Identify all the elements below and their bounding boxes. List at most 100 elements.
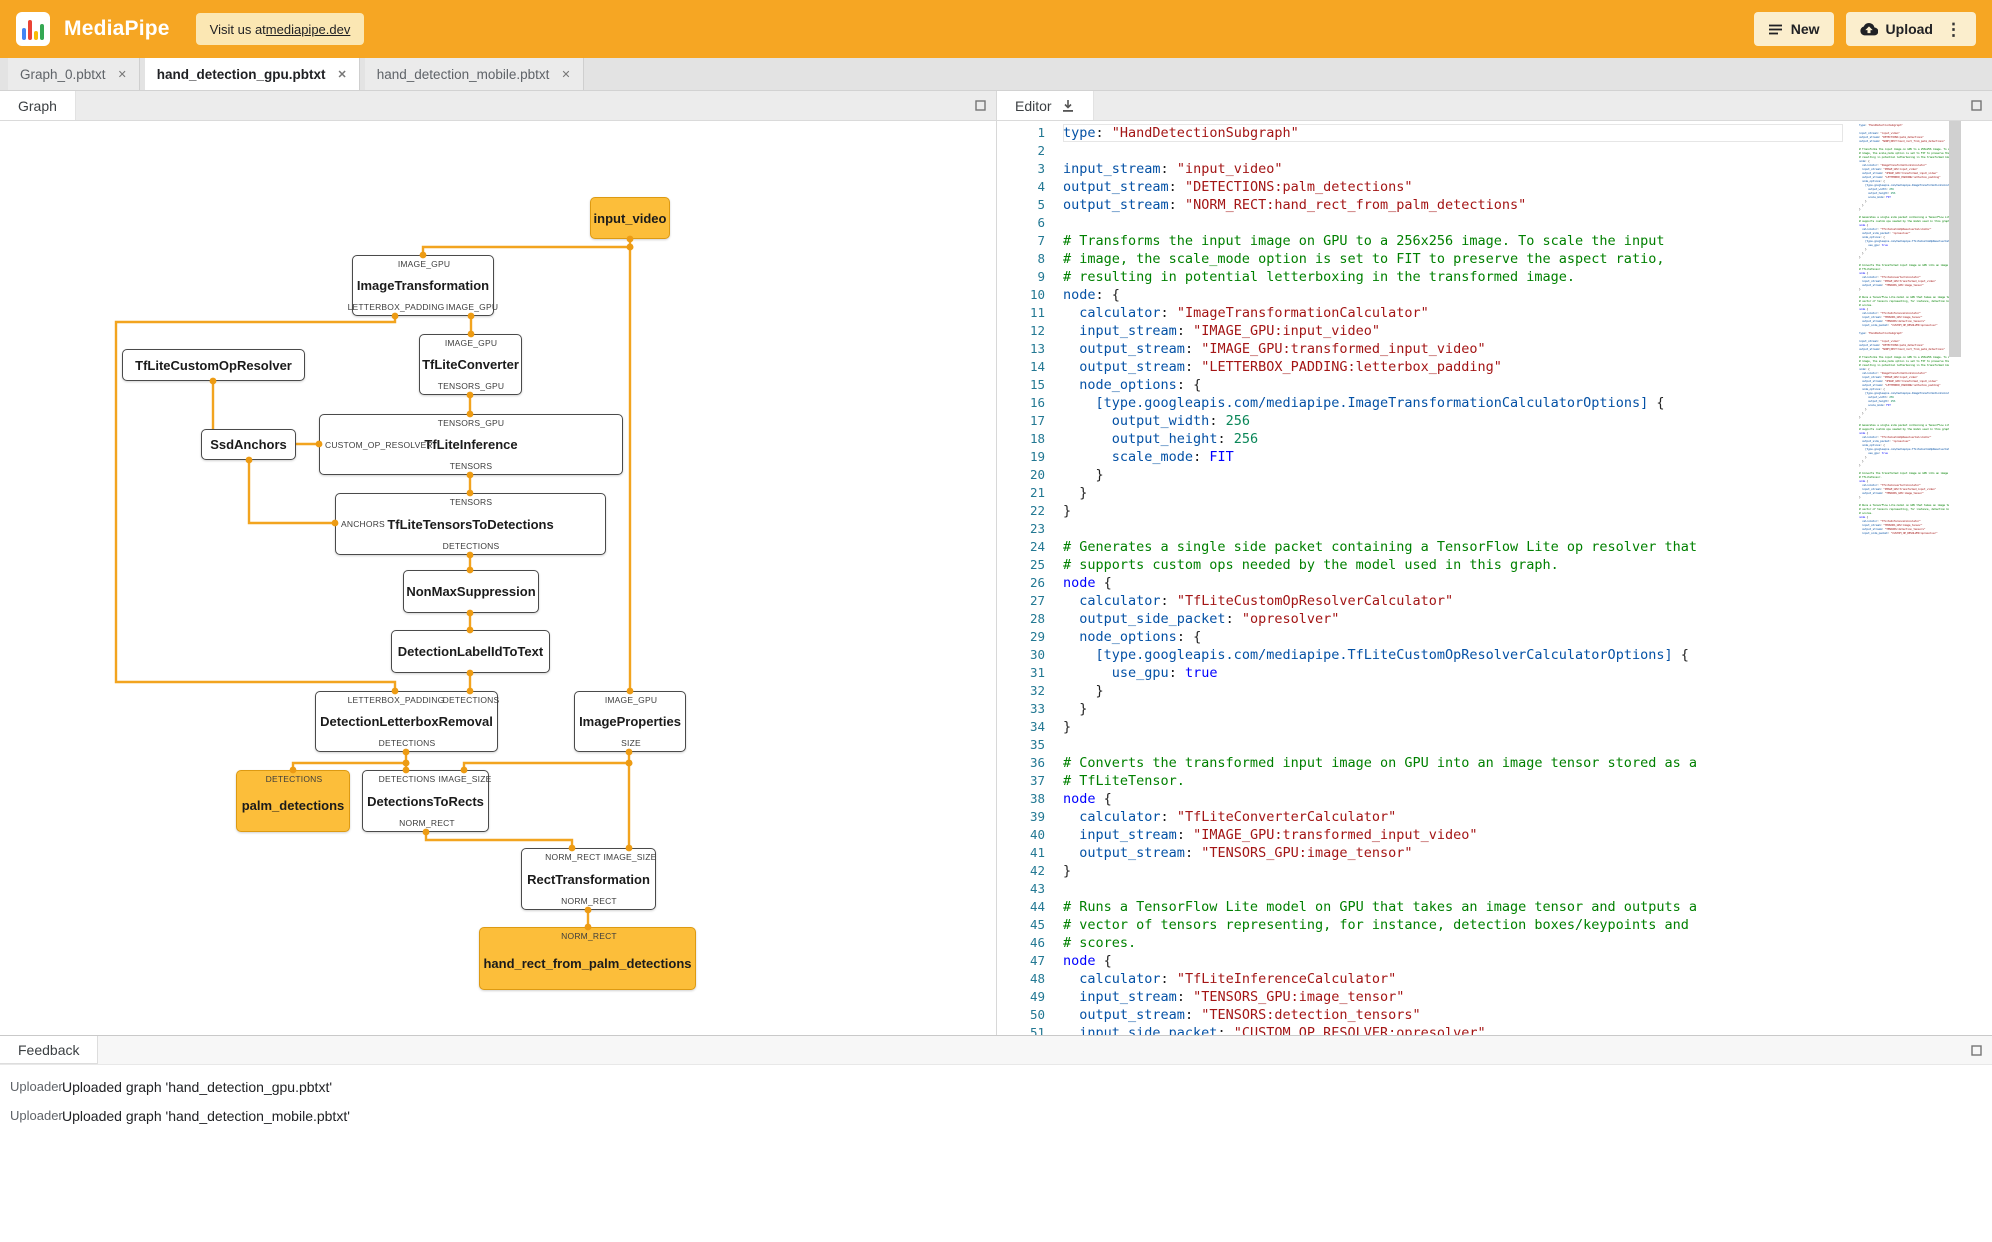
port-label: TENSORS	[449, 461, 493, 471]
graph-node-ImageProperties[interactable]: IMAGE_GPU SIZE ImageProperties	[574, 691, 686, 752]
mediapipe-dev-link[interactable]: mediapipe.dev	[266, 22, 351, 37]
download-icon[interactable]	[1061, 99, 1075, 113]
code-line[interactable]: output_side_packet: "opresolver"	[1063, 610, 1843, 628]
code-line[interactable]: }	[1063, 484, 1843, 502]
graph-node-SsdAnchors[interactable]: SsdAnchors	[201, 429, 296, 460]
line-number: 38	[1029, 791, 1045, 806]
graph-node-ImageTransformation[interactable]: IMAGE_GPU LETTERBOX_PADDING IMAGE_GPU Image…	[348, 255, 498, 316]
code-line[interactable]: # Transforms the input image on GPU to a…	[1063, 232, 1843, 250]
graph-node-hand_rect_from_palm_detections[interactable]: NORM_RECT hand_rect_from_palm_detections	[479, 927, 696, 990]
code-line[interactable]: output_stream: "NORM_RECT:hand_rect_from…	[1063, 196, 1843, 214]
code-line[interactable]: calculator: "TfLiteInferenceCalculator"	[1063, 970, 1843, 988]
code-line[interactable]: output_stream: "DETECTIONS:palm_detectio…	[1063, 178, 1843, 196]
port-label: IMAGE_GPU	[445, 302, 499, 312]
graph-node-TfLiteConverter[interactable]: IMAGE_GPU TENSORS_GPU TfLiteConverter	[419, 334, 522, 395]
code-line[interactable]: input_stream: "IMAGE_GPU:input_video"	[1063, 322, 1843, 340]
code-line[interactable]: output_width: 256	[1063, 412, 1843, 430]
code-line[interactable]	[1063, 142, 1843, 160]
file-tab[interactable]: Graph_0.pbtxt ✕	[8, 58, 140, 90]
line-number: 37	[1029, 773, 1045, 788]
graph-node-TfLiteCustomOpResolver[interactable]: TfLiteCustomOpResolver	[122, 349, 305, 381]
tab-feedback[interactable]: Feedback	[0, 1036, 99, 1064]
feedback-expand-button[interactable]	[1961, 1036, 1992, 1064]
menu-lines-icon	[1768, 24, 1782, 34]
editor-minimap[interactable]: type: "HandDetectionSubgraph" input_stre…	[1859, 123, 1949, 1035]
code-line[interactable]: }	[1063, 682, 1843, 700]
code-line[interactable]: output_stream: "LETTERBOX_PADDING:letter…	[1063, 358, 1843, 376]
code-line[interactable]: calculator: "ImageTransformationCalculat…	[1063, 304, 1843, 322]
code-line[interactable]: node {	[1063, 790, 1843, 808]
graph-node-DetectionLabelIdToText[interactable]: DetectionLabelIdToText	[391, 630, 550, 673]
port-label: TENSORS_GPU	[437, 418, 505, 428]
code-line[interactable]: type: "HandDetectionSubgraph"	[1063, 124, 1843, 142]
code-line[interactable]: node {	[1063, 952, 1843, 970]
code-editor[interactable]: 1 2 3 4 5 6 7 8 9 10 11 12 13 14 15 16 17 18 19 20 21 22 23 24 2…	[996, 121, 1992, 1035]
graph-node-NonMaxSuppression[interactable]: NonMaxSuppression	[403, 570, 539, 613]
code-line[interactable]: input_stream: "input_video"	[1063, 160, 1843, 178]
code-line[interactable]: calculator: "TfLiteCustomOpResolverCalcu…	[1063, 592, 1843, 610]
code-line[interactable]: }	[1063, 700, 1843, 718]
line-number: 49	[1029, 989, 1045, 1004]
close-tab-icon[interactable]: ✕	[561, 68, 570, 81]
code-line[interactable]: output_stream: "IMAGE_GPU:transformed_in…	[1063, 340, 1843, 358]
code-line[interactable]: node_options: {	[1063, 628, 1843, 646]
feedback-message: Uploaded graph 'hand_detection_gpu.pbtxt…	[62, 1078, 333, 1095]
code-line[interactable]	[1063, 520, 1843, 538]
editor-scrollbar[interactable]	[1949, 121, 1961, 357]
code-line[interactable]: }	[1063, 466, 1843, 484]
graph-expand-button[interactable]	[965, 91, 996, 120]
code-line[interactable]: # TfLiteTensor.	[1063, 772, 1843, 790]
code-line[interactable]: # image, the scale_mode option is set to…	[1063, 250, 1843, 268]
upload-button[interactable]: Upload ⋮	[1845, 12, 1976, 46]
kebab-menu-icon[interactable]: ⋮	[1945, 21, 1962, 38]
code-line[interactable]: }	[1063, 718, 1843, 736]
code-line[interactable]: # Converts the transformed input image o…	[1063, 754, 1843, 772]
code-line[interactable]: # supports custom ops needed by the mode…	[1063, 556, 1843, 574]
graph-node-DetectionLetterboxRemoval[interactable]: LETTERBOX_PADDING DETECTIONS DETECTIONS Det…	[315, 691, 499, 752]
graph-node-palm_detections[interactable]: DETECTIONS palm_detections	[236, 770, 350, 832]
code-line[interactable]: }	[1063, 502, 1843, 520]
code-line[interactable]: node: {	[1063, 286, 1843, 304]
code-line[interactable]: input_stream: "IMAGE_GPU:transformed_inp…	[1063, 826, 1843, 844]
code-line[interactable]: input_stream: "TENSORS_GPU:image_tensor"	[1063, 988, 1843, 1006]
code-line[interactable]: # vector of tensors representing, for in…	[1063, 916, 1843, 934]
graph-node-RectTransformation[interactable]: NORM_RECT IMAGE_SIZE NORM_RECT RectTransfor…	[521, 848, 656, 910]
file-tab[interactable]: hand_detection_gpu.pbtxt ✕	[144, 58, 360, 90]
feedback-entry: Uploader Uploaded graph 'hand_detection_g…	[0, 1072, 1992, 1101]
code-content[interactable]: type: "HandDetectionSubgraph" input_stre…	[1063, 124, 1843, 1035]
close-tab-icon[interactable]: ✕	[338, 68, 347, 81]
code-line[interactable]	[1063, 736, 1843, 754]
code-line[interactable]: # Runs a TensorFlow Lite model on GPU th…	[1063, 898, 1843, 916]
graph-node-input_video[interactable]: input_video	[590, 197, 670, 239]
code-line[interactable]	[1063, 880, 1843, 898]
node-title: NonMaxSuppression	[406, 584, 536, 599]
code-line[interactable]: input_side_packet: "CUSTOM_OP_RESOLVER:o…	[1063, 1024, 1843, 1035]
file-tab[interactable]: hand_detection_mobile.pbtxt ✕	[364, 58, 584, 90]
code-line[interactable]: output_stream: "TENSORS_GPU:image_tensor…	[1063, 844, 1843, 862]
code-line[interactable]: output_height: 256	[1063, 430, 1843, 448]
new-button[interactable]: New	[1753, 12, 1834, 46]
code-line[interactable]: node_options: {	[1063, 376, 1843, 394]
code-line[interactable]: calculator: "TfLiteConverterCalculator"	[1063, 808, 1843, 826]
code-line[interactable]: # scores.	[1063, 934, 1843, 952]
graph-node-TfLiteInference[interactable]: TENSORS_GPU TENSORS CUSTOM_OP_RESOLVER TfLi…	[319, 414, 623, 475]
tab-graph[interactable]: Graph	[0, 91, 76, 120]
code-line[interactable]: # resulting in potential letterboxing in…	[1063, 268, 1843, 286]
code-line[interactable]: use_gpu: true	[1063, 664, 1843, 682]
line-number: 32	[1029, 683, 1045, 698]
editor-expand-button[interactable]	[1961, 91, 1992, 120]
code-line[interactable]: }	[1063, 862, 1843, 880]
port-label: IMAGE_SIZE	[603, 852, 657, 862]
code-line[interactable]: [type.googleapis.com/mediapipe.ImageTran…	[1063, 394, 1843, 412]
tab-editor[interactable]: Editor	[997, 91, 1094, 120]
code-line[interactable]	[1063, 214, 1843, 232]
code-line[interactable]: # Generates a single side packet contain…	[1063, 538, 1843, 556]
graph-node-DetectionsToRects[interactable]: DETECTIONS IMAGE_SIZE NORM_RECT DetectionsT…	[362, 770, 491, 832]
code-line[interactable]: node {	[1063, 574, 1843, 592]
graph-node-TfLiteTensorsToDetections[interactable]: TENSORS DETECTIONS ANCHORS TfLiteTensorsToD…	[335, 493, 606, 555]
close-tab-icon[interactable]: ✕	[118, 68, 127, 81]
code-line[interactable]: scale_mode: FIT	[1063, 448, 1843, 466]
line-number: 14	[1029, 359, 1045, 374]
code-line[interactable]: [type.googleapis.com/mediapipe.TfLiteCus…	[1063, 646, 1843, 664]
code-line[interactable]: output_stream: "TENSORS:detection_tensor…	[1063, 1006, 1843, 1024]
